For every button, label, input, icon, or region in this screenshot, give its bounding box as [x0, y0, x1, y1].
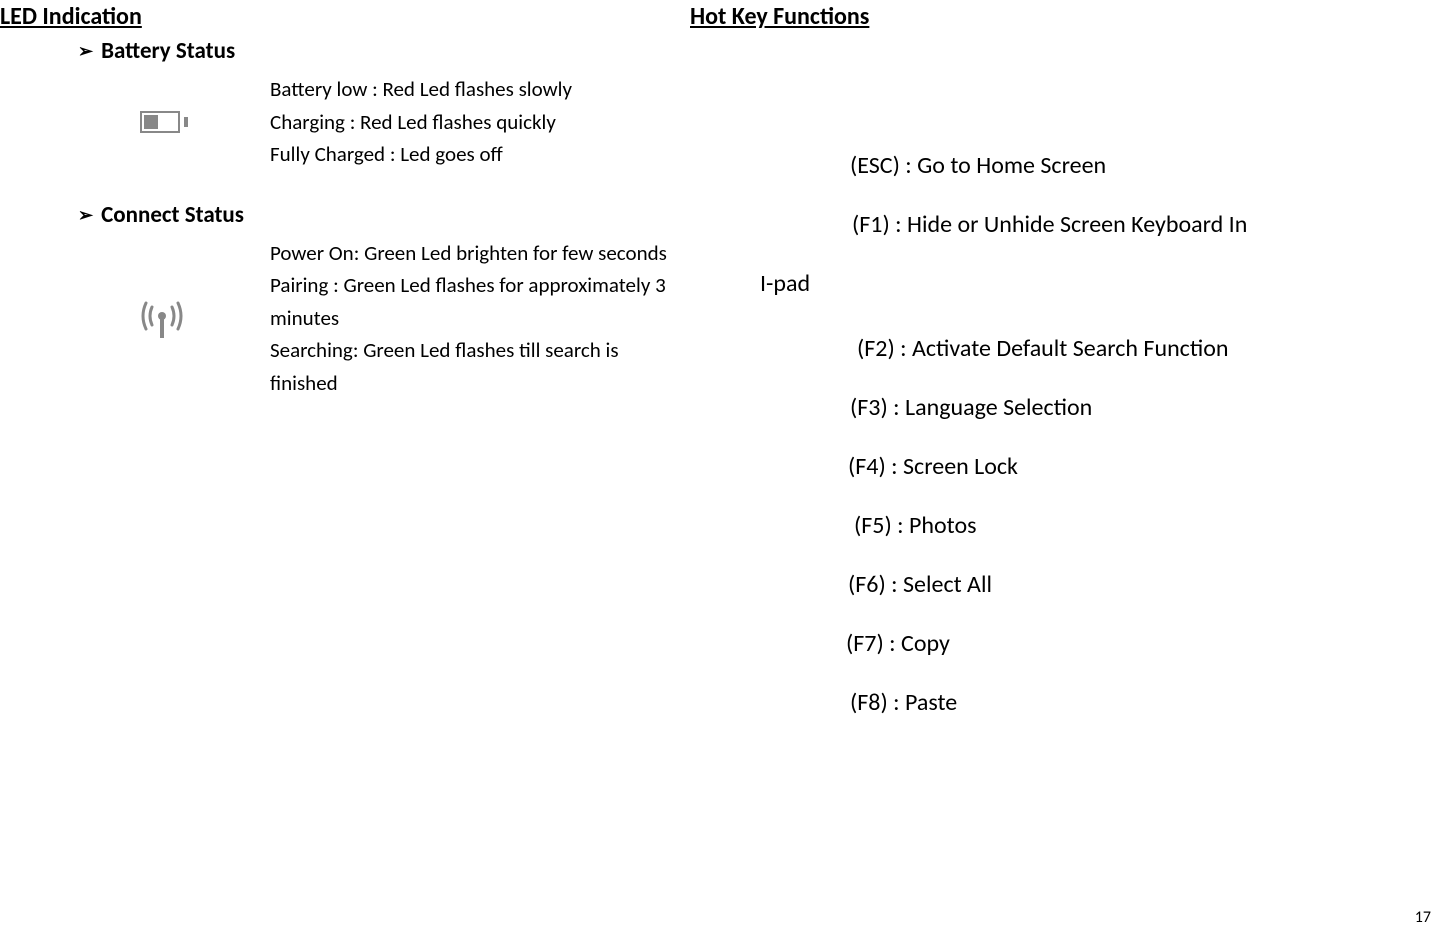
hotkey-esc: (ESC) : Go to Home Screen — [850, 151, 1443, 180]
connect-status-row: ➢ Connect Status — [78, 201, 690, 229]
battery-line-3: Fully Charged : Led goes off — [270, 138, 690, 171]
hotkey-f2: (F2) : Activate Default Search Function — [857, 334, 1443, 363]
connect-line-3: Searching: Green Led flashes till search… — [270, 334, 690, 399]
battery-low-icon — [140, 111, 184, 133]
hotkey-f5: (F5) : Photos — [854, 511, 1443, 540]
battery-status-block: Battery low : Red Led flashes slowly Cha… — [140, 73, 690, 171]
hotkey-ipad: I-pad — [760, 269, 1443, 298]
connect-line-2: Pairing : Green Led flashes for approxim… — [270, 269, 690, 334]
wireless-signal-icon — [140, 291, 184, 346]
connect-status-heading: Connect Status — [101, 201, 244, 229]
connect-line-1: Power On: Green Led brighten for few sec… — [270, 237, 690, 270]
hotkey-f4: (F4) : Screen Lock — [848, 452, 1443, 481]
led-indication-heading: LED Indication — [0, 2, 690, 31]
connect-status-block: Power On: Green Led brighten for few sec… — [140, 237, 690, 400]
document-page: LED Indication ➢ Battery Status Battery … — [0, 0, 1443, 747]
battery-text-col: Battery low : Red Led flashes slowly Cha… — [270, 73, 690, 171]
page-number: 17 — [1415, 908, 1431, 927]
hotkey-f7: (F7) : Copy — [846, 629, 1443, 658]
right-column: Hot Key Functions (ESC) : Go to Home Scr… — [690, 0, 1443, 747]
battery-status-row: ➢ Battery Status — [78, 37, 690, 65]
battery-status-heading: Battery Status — [101, 37, 235, 65]
wireless-icon-col — [140, 237, 270, 400]
chevron-icon: ➢ — [78, 204, 93, 226]
battery-icon-col — [140, 73, 270, 171]
hotkey-f3: (F3) : Language Selection — [850, 393, 1443, 422]
chevron-icon: ➢ — [78, 40, 93, 62]
connect-text-col: Power On: Green Led brighten for few sec… — [270, 237, 690, 400]
hotkey-f8: (F8) : Paste — [850, 688, 1443, 717]
hotkey-f1: (F1) : Hide or Unhide Screen Keyboard In — [852, 210, 1443, 239]
hotkey-functions-heading: Hot Key Functions — [690, 2, 1443, 31]
hotkey-f6: (F6) : Select All — [848, 570, 1443, 599]
left-column: LED Indication ➢ Battery Status Battery … — [0, 0, 690, 747]
battery-line-2: Charging : Red Led flashes quickly — [270, 106, 690, 139]
battery-line-1: Battery low : Red Led flashes slowly — [270, 73, 690, 106]
